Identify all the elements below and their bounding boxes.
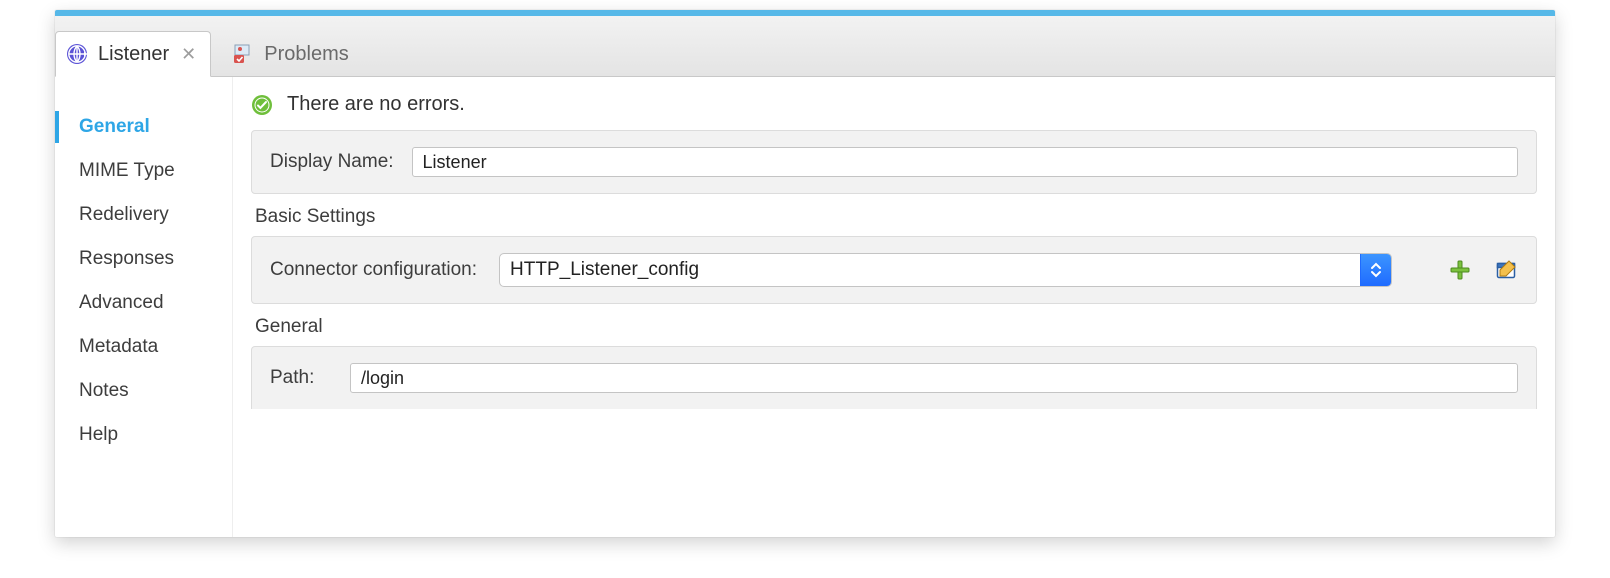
sidebar-item-label: MIME Type <box>79 160 175 181</box>
problems-icon <box>232 43 254 65</box>
display-name-panel: Display Name: <box>251 130 1537 194</box>
status-message: There are no errors. <box>287 93 465 116</box>
sidebar-item-responses[interactable]: Responses <box>55 237 232 281</box>
close-icon[interactable]: ✕ <box>179 44 198 65</box>
sidebar-item-label: Redelivery <box>79 204 169 225</box>
path-input[interactable] <box>350 363 1518 393</box>
tab-listener-label: Listener <box>98 43 169 66</box>
sidebar-item-label: Metadata <box>79 336 158 357</box>
sidebar: General MIME Type Redelivery Responses A… <box>55 77 233 537</box>
sidebar-item-label: Help <box>79 424 118 445</box>
sidebar-item-label: Responses <box>79 248 174 269</box>
connector-config-label: Connector configuration: <box>270 259 477 281</box>
tab-bar: Listener ✕ Problems <box>55 16 1555 77</box>
select-stepper-icon <box>1360 254 1391 286</box>
sidebar-item-advanced[interactable]: Advanced <box>55 281 232 325</box>
basic-settings-panel: Connector configuration: HTTP_Listener_c… <box>251 236 1537 304</box>
tab-listener[interactable]: Listener ✕ <box>55 31 211 77</box>
path-label: Path: <box>270 367 332 389</box>
edit-config-button[interactable] <box>1494 258 1518 282</box>
editor-window: Listener ✕ Problems General MIME Type Re… <box>55 10 1555 537</box>
tab-problems[interactable]: Problems <box>225 31 361 77</box>
sidebar-item-help[interactable]: Help <box>55 413 232 457</box>
connector-config-value: HTTP_Listener_config <box>500 259 1360 281</box>
general-panel: Path: <box>251 346 1537 409</box>
add-config-button[interactable] <box>1448 258 1472 282</box>
sidebar-item-label: General <box>79 116 150 137</box>
general-section-title: General <box>255 316 1533 338</box>
listener-globe-icon <box>66 43 88 65</box>
status-row: There are no errors. <box>251 93 1537 116</box>
sidebar-item-notes[interactable]: Notes <box>55 369 232 413</box>
editor-body: General MIME Type Redelivery Responses A… <box>55 77 1555 537</box>
display-name-input[interactable] <box>412 147 1518 177</box>
display-name-label: Display Name: <box>270 151 394 173</box>
connector-config-select[interactable]: HTTP_Listener_config <box>499 253 1392 287</box>
sidebar-item-mime-type[interactable]: MIME Type <box>55 149 232 193</box>
sidebar-item-label: Notes <box>79 380 129 401</box>
tab-problems-label: Problems <box>264 43 348 66</box>
sidebar-item-general[interactable]: General <box>55 105 232 149</box>
sidebar-item-redelivery[interactable]: Redelivery <box>55 193 232 237</box>
sidebar-item-metadata[interactable]: Metadata <box>55 325 232 369</box>
sidebar-item-label: Advanced <box>79 292 164 313</box>
basic-settings-title: Basic Settings <box>255 206 1533 228</box>
content-area: There are no errors. Display Name: Basic… <box>233 77 1555 537</box>
status-ok-icon <box>251 94 273 116</box>
